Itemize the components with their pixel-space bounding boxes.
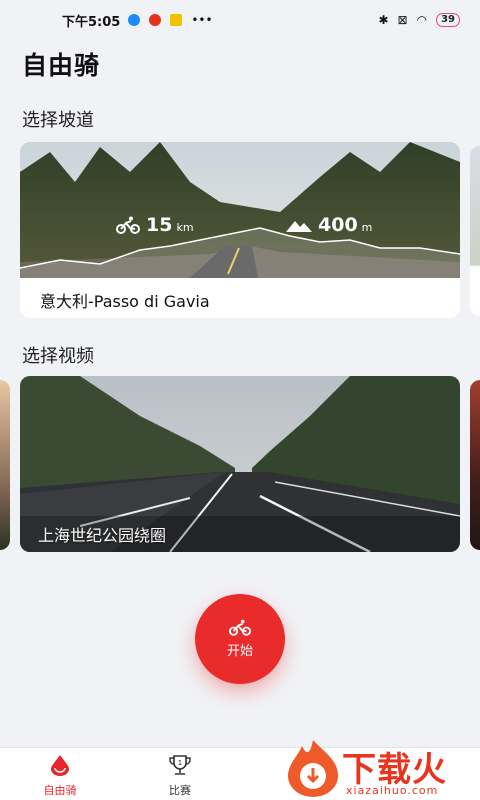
bike-icon [229, 619, 251, 636]
status-bar: 下午5:05 ••• ✱ ⊠ ◠ 39 [0, 0, 480, 40]
trophy-icon: 1 [169, 755, 191, 775]
slope-card-next-peek[interactable] [470, 146, 480, 316]
elevation-value: 400 [318, 214, 358, 236]
start-button-label: 开始 [226, 644, 253, 659]
video-card[interactable]: 上海世纪公园绕圈 [20, 376, 460, 552]
tab-free-ride-label: 自由骑 [43, 784, 77, 797]
tab-race-label: 比赛 [169, 784, 191, 797]
notification-app-icon [149, 14, 162, 26]
page-title: 自由骑 [22, 51, 101, 80]
flame-logo-icon [288, 740, 338, 797]
start-button[interactable]: 开始 [195, 594, 285, 684]
drop-icon [51, 755, 69, 776]
mountain-icon [286, 221, 312, 232]
slope-section-title: 选择坡道 [22, 110, 94, 131]
watermark-url: xiazaihuo.com [346, 784, 439, 797]
wifi-icon: ◠ [416, 13, 428, 27]
distance-stat: 15 km [116, 214, 194, 236]
slope-thumbnail [20, 142, 460, 278]
elevation-stat: 400 m [286, 214, 372, 236]
bike-icon [116, 216, 140, 234]
watermark: 下载火 xiazaihuo.com [282, 734, 480, 800]
slope-card-label: 意大利-Passo di Gavia [40, 292, 210, 311]
tab-free-ride[interactable]: 自由骑 [25, 754, 95, 798]
svg-text:1: 1 [178, 759, 182, 767]
tab-race[interactable]: 1 比赛 [145, 754, 215, 798]
notification-app-icon [128, 14, 141, 26]
status-time: 下午5:05 [62, 14, 121, 30]
video-card-prev-peek[interactable] [0, 380, 10, 550]
notification-app-icon [170, 14, 183, 26]
battery-indicator: 39 [436, 13, 460, 27]
video-section-title: 选择视频 [22, 346, 94, 367]
slope-card[interactable]: 15 km 400 m 意大利-Passo di Gavia [20, 142, 460, 318]
distance-unit: km [176, 221, 194, 234]
elevation-unit: m [361, 221, 373, 234]
video-card-label: 上海世纪公园绕圈 [38, 526, 167, 545]
bluetooth-icon: ✱ [378, 13, 389, 27]
more-dots-icon: ••• [191, 13, 213, 27]
status-right-group: ✱ ⊠ ◠ 39 [378, 13, 460, 27]
video-card-next-peek[interactable] [470, 380, 480, 550]
sim-icon: ⊠ [397, 13, 408, 27]
distance-value: 15 [146, 214, 173, 236]
